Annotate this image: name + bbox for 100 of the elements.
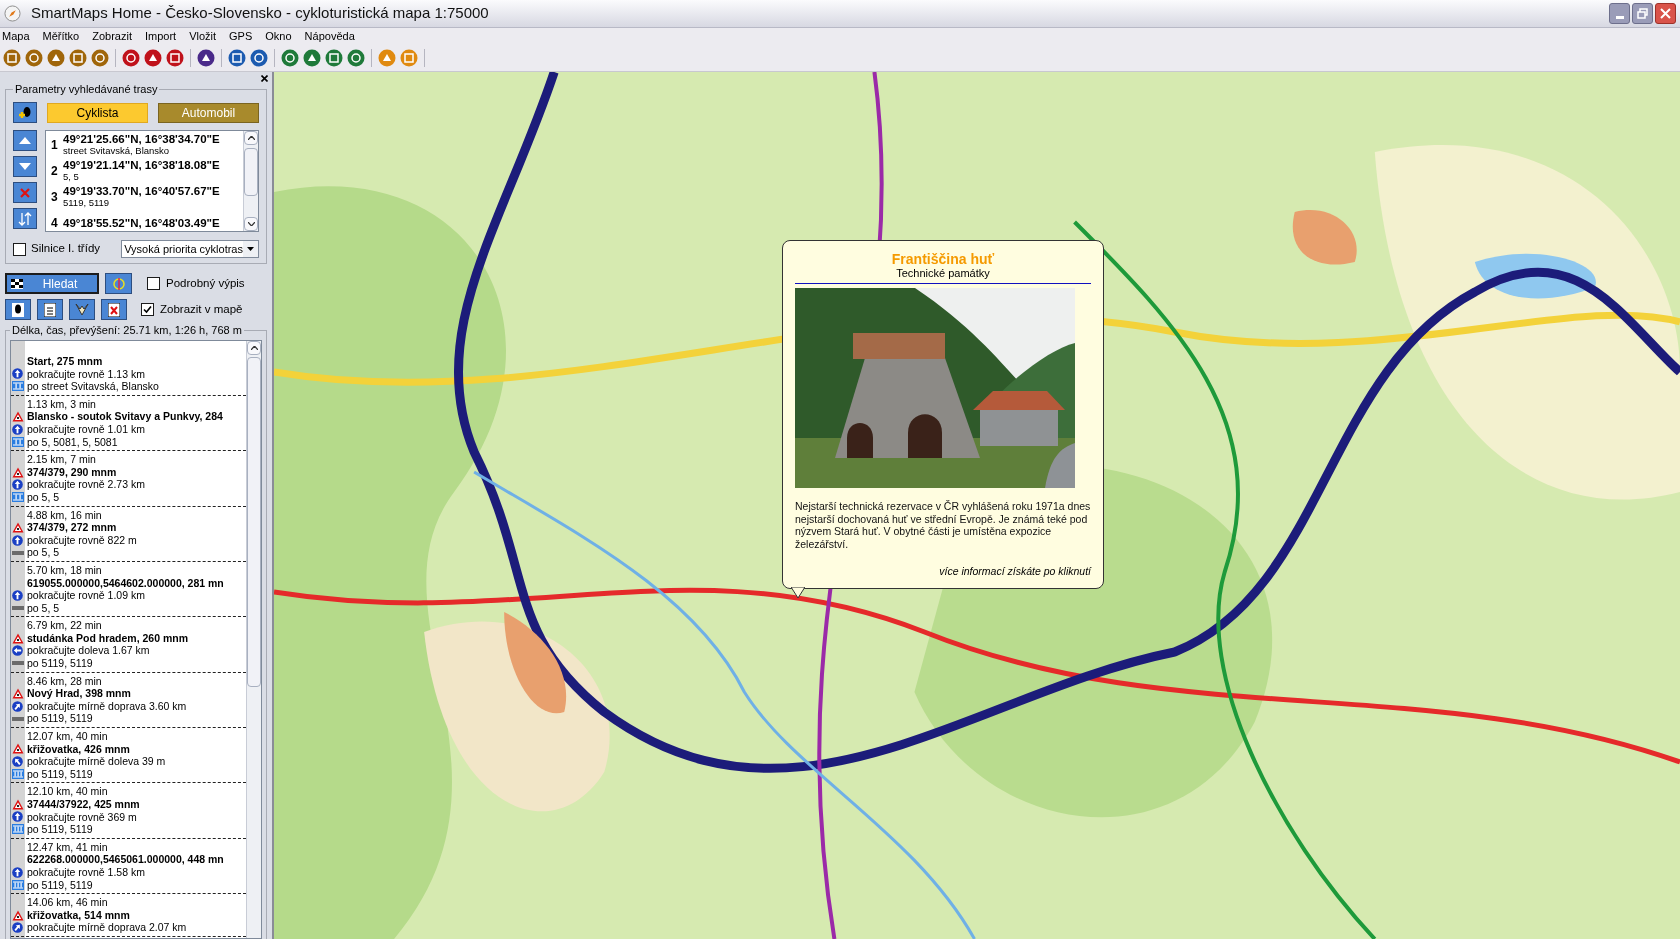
step-place: 374/379, 290 mnm xyxy=(27,465,117,479)
step-place: 622268.000000,5465061.000000, 448 mn xyxy=(27,853,224,866)
down-triangle-icon xyxy=(19,163,31,170)
toolbar-icon[interactable] xyxy=(197,49,215,67)
menu-item[interactable]: Nápověda xyxy=(304,28,355,45)
step-direction: pokračujte rovně 369 m xyxy=(27,810,137,824)
menu-item[interactable]: Vložit xyxy=(189,28,217,45)
menu-item[interactable]: Import xyxy=(144,28,177,45)
waypoint-item[interactable]: 2 49°19'21.14"N, 16°38'18.08"E 5, 5 xyxy=(51,158,243,184)
scrollbar[interactable] xyxy=(246,341,261,938)
toolbar-icon[interactable] xyxy=(47,49,65,67)
toolbar-icon[interactable] xyxy=(325,49,343,67)
menu-item[interactable]: Mapa xyxy=(2,28,30,45)
waypoint-address: 5119, 5119 xyxy=(63,197,111,209)
toolbar-icon[interactable] xyxy=(122,49,140,67)
footprint-button[interactable] xyxy=(5,299,31,320)
waypoint-coordinates: 49°19'21.14"N, 16°38'18.08"E xyxy=(63,159,220,171)
scroll-down-icon[interactable] xyxy=(247,222,255,226)
toolbar-icon[interactable] xyxy=(303,49,321,67)
document-button[interactable] xyxy=(37,299,63,320)
travel-mode-tab[interactable]: Cyklista xyxy=(47,102,148,123)
close-button[interactable] xyxy=(1655,3,1676,24)
toolbar-icon[interactable] xyxy=(25,49,43,67)
toolbar-icon[interactable] xyxy=(347,49,365,67)
waypoint-address: street Svitavská, Blansko xyxy=(63,145,171,157)
restore-icon xyxy=(1637,8,1648,19)
warning-icon xyxy=(11,909,24,921)
waypoint-coordinates: 49°21'25.66"N, 16°38'34.70"E xyxy=(63,133,220,145)
toolbar-icon[interactable] xyxy=(91,49,109,67)
checkbox-label: Podrobný výpis xyxy=(166,275,245,291)
restore-button[interactable] xyxy=(1632,3,1653,24)
menu-item[interactable]: Zobrazit xyxy=(92,28,132,45)
delete-route-button[interactable] xyxy=(101,299,127,320)
move-up-button[interactable] xyxy=(13,130,37,151)
step-distance: 1.13 km, 3 min xyxy=(27,397,96,411)
close-icon[interactable] xyxy=(261,75,268,82)
warning-icon xyxy=(11,466,24,478)
group-title: Parametry vyhledávané trasy xyxy=(13,83,160,95)
menu-item[interactable]: Okno xyxy=(265,28,292,45)
toolbar-icon[interactable] xyxy=(144,49,162,67)
waypoint-item[interactable]: 3 49°19'33.70"N, 16°40'57.67"E 5119, 5119 xyxy=(51,184,243,210)
reverse-button[interactable] xyxy=(13,208,37,229)
step-place: Nový Hrad, 398 mnm xyxy=(27,687,131,700)
step-direction: pokračujte rovně 1.09 km xyxy=(27,589,145,602)
search-route-button[interactable]: Hledat xyxy=(5,273,99,294)
menu-item[interactable]: Měřítko xyxy=(42,28,80,45)
waypoint-address: 5, 5 xyxy=(63,171,80,183)
step-road: po street Svitavská, Blansko xyxy=(27,380,159,393)
step-direction: pokračujte doleva 1.67 km xyxy=(27,644,150,658)
checkered-flag-icon xyxy=(11,278,23,289)
footprint-plus-icon xyxy=(17,104,33,121)
dropdown-arrow-icon xyxy=(247,247,254,251)
step-road: po 5119, 5119 xyxy=(27,823,93,836)
swap-arrows-icon xyxy=(18,211,32,226)
scroll-up-icon[interactable] xyxy=(250,346,258,350)
step-place: 374/379, 272 mnm xyxy=(27,521,117,534)
compass-icon xyxy=(4,5,21,22)
step-place: 37444/37922, 425 mnm xyxy=(27,798,140,811)
menu-item[interactable]: GPS xyxy=(229,28,253,45)
warning-icon xyxy=(11,411,24,423)
waypoint-number: 4 xyxy=(51,215,58,231)
scroll-thumb[interactable] xyxy=(247,357,261,687)
add-cyclist-button[interactable] xyxy=(13,102,37,123)
toolbar-icon[interactable] xyxy=(281,49,299,67)
move-down-button[interactable] xyxy=(13,156,37,177)
waypoint-number: 2 xyxy=(51,163,58,180)
step-road: po 5119, 5119 xyxy=(27,657,93,670)
step-direction: pokračujte rovně 822 m xyxy=(27,533,137,547)
check-icon xyxy=(143,305,152,314)
step-place: studánka Pod hradem, 260 mnm xyxy=(27,631,189,645)
checkbox[interactable] xyxy=(141,303,154,316)
toolbar-icon[interactable] xyxy=(250,49,268,67)
scrollbar[interactable] xyxy=(243,131,258,231)
route-options-button[interactable] xyxy=(105,273,132,294)
priority-dropdown[interactable]: Vysoká priorita cyklotras xyxy=(121,240,259,258)
minimize-button[interactable] xyxy=(1609,3,1630,24)
step-place: Blansko - soutok Svitavy a Punkvy, 284 xyxy=(27,410,223,423)
cycle-route-button[interactable] xyxy=(69,299,95,320)
scroll-up-icon[interactable] xyxy=(247,136,255,140)
step-direction: pokračujte mírně doleva 39 m xyxy=(27,755,166,768)
toolbar-icon[interactable] xyxy=(166,49,184,67)
step-distance: 12.47 km, 41 min xyxy=(27,840,108,854)
step-direction: pokračujte rovně 1.58 km xyxy=(27,865,145,879)
checkbox[interactable] xyxy=(13,242,26,256)
warning-icon xyxy=(11,688,24,700)
step-road: po 5119, 5119 xyxy=(27,712,93,726)
waypoint-item[interactable]: 1 49°21'25.66"N, 16°38'34.70"E street Svitavská, Blansko xyxy=(51,132,243,158)
group-title: Délka, čas, převýšení: 25.71 km, 1:26 h, 768 m xyxy=(10,324,244,336)
step-road: po 5, 5 xyxy=(27,490,60,504)
checkbox[interactable] xyxy=(147,277,160,290)
warning-icon xyxy=(11,743,24,755)
step-distance: 4.88 km, 16 min xyxy=(27,508,102,522)
document-icon xyxy=(44,302,56,317)
toolbar-icon[interactable] xyxy=(228,49,246,67)
waypoint-coordinates: 49°19'33.70"N, 16°40'57.67"E xyxy=(63,185,220,197)
footprint-icon xyxy=(12,302,24,317)
warning-icon xyxy=(11,521,24,533)
step-direction: pokračujte rovně 1.01 km xyxy=(27,422,145,436)
waypoint-item[interactable]: 4 49°18'55.52"N, 16°48'03.49"E xyxy=(51,210,243,231)
scroll-thumb[interactable] xyxy=(244,148,258,196)
